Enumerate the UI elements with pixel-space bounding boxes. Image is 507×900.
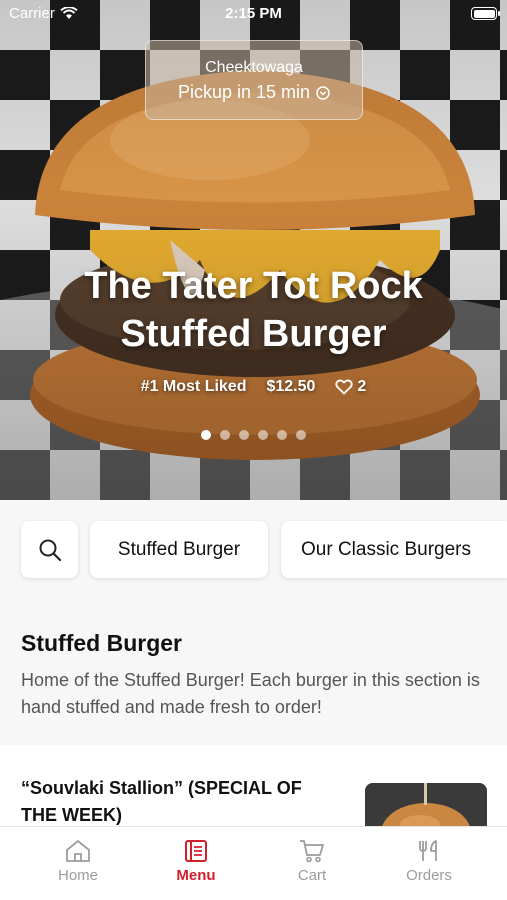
menu-book-icon xyxy=(185,840,207,862)
tab-home-label: Home xyxy=(57,867,98,884)
search-icon xyxy=(39,539,61,561)
carousel-dot[interactable] xyxy=(277,430,287,440)
location-name: Cheektowaga xyxy=(205,59,303,76)
tab-menu[interactable]: Menu xyxy=(133,827,259,900)
menu-section: Stuffed Burger Home of the Stuffed Burge… xyxy=(0,630,507,721)
category-chip-classic-burgers[interactable]: Our Classic Burgers xyxy=(281,521,507,578)
category-bar: Stuffed Burger Our Classic Burgers xyxy=(0,500,507,600)
carousel-dots[interactable] xyxy=(0,430,507,440)
cart-icon xyxy=(300,840,324,863)
status-bar: Carrier 2:15 PM xyxy=(0,0,507,30)
likes[interactable]: 2 xyxy=(335,378,366,396)
pickup-label: Pickup in 15 min xyxy=(177,82,311,102)
menu-item-name: “Souvlaki Stallion” (SPECIAL OF THE WEEK… xyxy=(21,778,302,825)
clock: 2:15 PM xyxy=(225,5,282,22)
tab-menu-label: Menu xyxy=(176,867,216,884)
chevron-down-icon xyxy=(316,85,330,100)
home-icon xyxy=(66,840,90,862)
carousel-dot[interactable] xyxy=(239,430,249,440)
location-selector[interactable]: Cheektowaga Pickup in 15 min xyxy=(145,40,363,120)
tab-bar: Home Menu Cart Orders xyxy=(0,826,507,900)
carousel-dot[interactable] xyxy=(296,430,306,440)
hero-title[interactable]: The Tater Tot Rock Stuffed Burger xyxy=(20,262,487,358)
tab-cart-label: Cart xyxy=(297,867,327,884)
likes-count: 2 xyxy=(357,378,367,395)
price-label: $12.50 xyxy=(266,378,316,395)
carousel-dot[interactable] xyxy=(201,430,211,440)
battery-icon xyxy=(471,7,500,20)
heart-icon xyxy=(335,379,354,395)
hero-meta: #1 Most Liked $12.50 2 xyxy=(0,378,507,396)
tab-orders[interactable]: Orders xyxy=(366,827,492,900)
fork-knife-icon xyxy=(419,840,437,861)
carousel-dot[interactable] xyxy=(220,430,230,440)
section-title: Stuffed Burger xyxy=(21,630,182,656)
carousel-dot[interactable] xyxy=(258,430,268,440)
search-button[interactable] xyxy=(21,521,78,578)
tab-home[interactable]: Home xyxy=(15,827,141,900)
hero-carousel[interactable]: Carrier 2:15 PM Cheektowaga Pickup in 15… xyxy=(0,0,507,500)
section-description: Home of the Stuffed Burger! Each burger … xyxy=(21,670,480,717)
rank-label: #1 Most Liked xyxy=(140,378,247,395)
tab-orders-label: Orders xyxy=(406,867,452,884)
tab-cart[interactable]: Cart xyxy=(249,827,375,900)
category-chip-stuffed-burger[interactable]: Stuffed Burger xyxy=(90,521,268,578)
pickup-time: Pickup in 15 min xyxy=(146,82,362,103)
